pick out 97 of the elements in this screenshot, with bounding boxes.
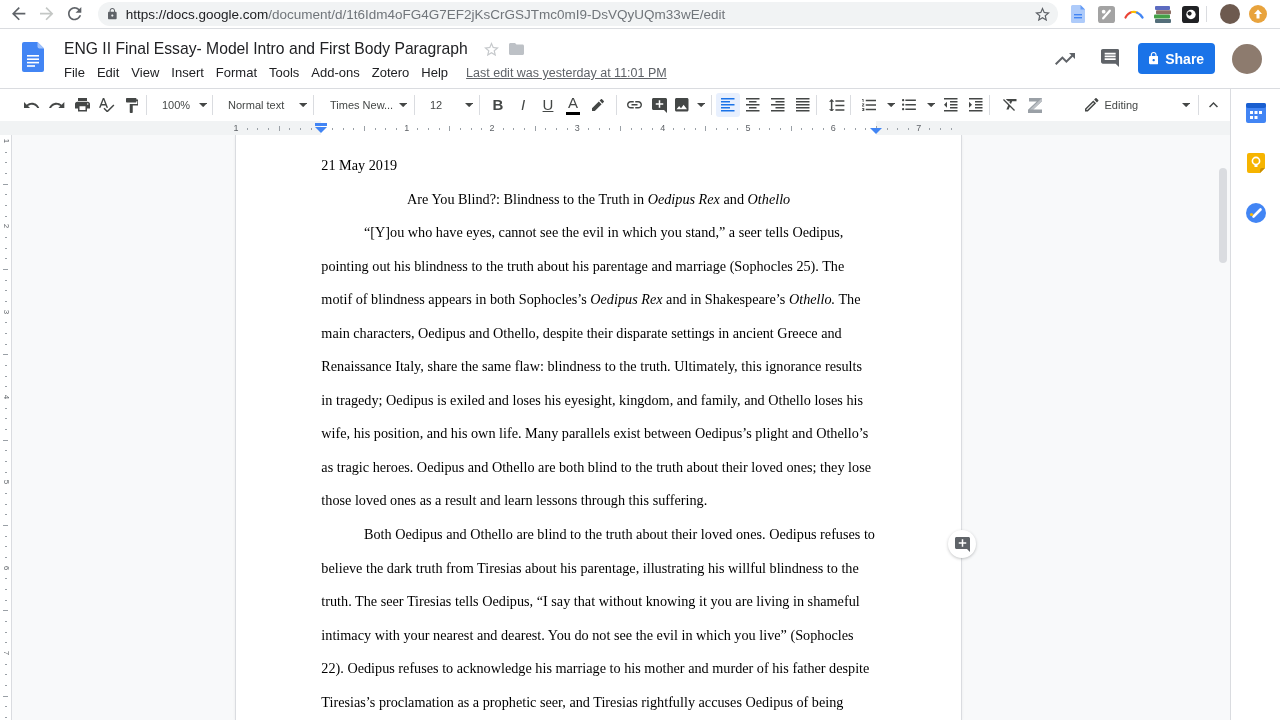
font-dropdown[interactable]: Times New... [320, 93, 410, 117]
align-left-icon [721, 98, 735, 112]
pencil-icon [1085, 98, 1099, 112]
star-icon[interactable] [483, 41, 499, 57]
ruler-number: 6 [830, 122, 836, 135]
lock-icon[interactable] [108, 8, 117, 20]
spellcheck-icon [99, 97, 115, 113]
address-bar[interactable]: https://docs.google.com/document/d/1t6Idm4oFG4G7EF2jKsCrGSJTmc0mI9-DsVQyUQm33wE/edit [98, 2, 1058, 26]
indent-handle-icon[interactable] [315, 127, 328, 133]
indent-bar-icon[interactable] [315, 123, 328, 126]
image-icon [675, 98, 689, 112]
caret-icon [464, 102, 473, 108]
menu-item[interactable]: Insert [171, 64, 204, 82]
paint-roller-icon [125, 97, 139, 113]
color-swatch-icon [566, 112, 580, 115]
menu-item[interactable]: Tools [269, 64, 300, 82]
add-comment-icon [954, 536, 970, 552]
menu-item[interactable]: Edit [96, 64, 120, 82]
link-icon [626, 101, 642, 109]
scrollbar-thumb[interactable] [1219, 168, 1227, 263]
caret-icon [298, 102, 307, 108]
justify-icon [796, 98, 810, 112]
underline-button[interactable]: U [536, 93, 560, 117]
ruler-number: 4 [0, 393, 11, 402]
ruler-number: 3 [0, 308, 11, 316]
bold-button[interactable]: B [486, 93, 510, 117]
ruler-number: 2 [489, 122, 495, 135]
books-icon[interactable] [1153, 5, 1171, 23]
add-comment-icon [651, 97, 667, 113]
user-avatar[interactable] [1232, 43, 1262, 74]
lock-icon [1148, 52, 1159, 65]
lightbulb-icon[interactable] [1246, 153, 1265, 173]
caret-icon [886, 102, 895, 108]
caret-icon [1181, 102, 1190, 108]
url-text: https://docs.google.com/document/d/1t6Idm4oFG4G7EF2jKsCrGSJTmc0mI9-DsVQyUQm33wE/edit [125, 6, 726, 22]
italic-button[interactable]: I [511, 93, 535, 117]
bulleted-list-icon [902, 99, 916, 111]
align-left-button[interactable] [716, 93, 740, 117]
ruler-number: 7 [916, 122, 922, 135]
outdent-icon [944, 98, 958, 112]
eye-icon[interactable] [1181, 5, 1199, 23]
body-paragraph: “[Y]ou who have eyes, cannot see the evil in which you stand,” a seer tells Oedipus, pointing out his blindness to the truth about his parentage and marriage (Sophocles 25). The motif of blindness appears in both Sophocles’s Oedipus Rex and in Shakespeare’s Othello. The main characters, Oedipus and Othello, despite their disparate settings in ancient Greece and Renaissance Italy, share the same flaw: blindness to the truth. Ultimately, this ignorance results in tragedy; Oedipus is exiled and loses his eyesight, kingdom, and family, and Othello loses his wife, his position, and his own life. Many parallels exist between Oedipus’s plight and Othello’s as tragic heroes. Oedipus and Othello are both blind to the truth about their loved ones; they lose those loved ones as a result and learn lessons through this suffering. [321, 223, 872, 511]
arc-icon[interactable] [1124, 9, 1144, 19]
arrow-left-icon[interactable] [12, 7, 26, 21]
caret-icon [926, 102, 935, 108]
ruler-number: 1 [404, 122, 410, 135]
marker-icon [592, 99, 604, 111]
check-circle-icon[interactable] [1245, 203, 1266, 223]
paragraph-style-dropdown[interactable]: Normal text [218, 93, 310, 117]
menu-item[interactable]: View [131, 64, 160, 82]
star-icon[interactable] [1035, 6, 1050, 22]
ruler-number: 1 [233, 122, 239, 135]
ruler-number: 6 [0, 564, 11, 572]
document-title[interactable]: ENG II Final Essay- Model Intro and First Body Paragraph [64, 37, 468, 61]
body-paragraph: Both Oedipus and Othello are blind to the truth about their loved ones. Oedipus refuses to believe the dark truth from Tiresias about his parentage, illustrating his willful blindness to the truth. The seer Tiresias tells Oedipus, “I say that without knowing it you are living in shameful intimacy with your nearest and dearest. You do not see the evil in which you live” (Sophocles 22). Oedipus refuses to acknowledge his marriage to his mother and murder of his father despite Tiresias’s proclamation as a prophetic seer, and Tiresias rightfully accuses Oedipus of being [321, 525, 876, 712]
menu-item[interactable]: Zotero [371, 64, 410, 82]
text-color-button[interactable]: A [561, 93, 585, 117]
line-spacing-icon [829, 98, 845, 112]
menu-item[interactable]: Format [215, 64, 257, 82]
undo-icon [24, 101, 40, 109]
editing-mode-dropdown[interactable]: Editing [1081, 93, 1195, 117]
calendar-icon[interactable] [1245, 103, 1266, 123]
indent-icon [969, 98, 983, 112]
printer-icon [74, 98, 90, 112]
caret-icon [398, 102, 407, 108]
clear-formatting-icon [1003, 99, 1017, 111]
document-date: 21 May 2019 [321, 156, 399, 175]
document-heading: Are You Blind?: Blindness to the Truth in Oedipus Rex and Othello [406, 189, 792, 209]
ruler-number: 2 [0, 223, 11, 231]
last-edit-link[interactable]: Last edit was yesterday at 11:01 PM [466, 64, 667, 82]
zigzag-icon [1028, 97, 1042, 113]
font-size-dropdown[interactable]: 12 [420, 93, 476, 117]
menu-item[interactable]: File [64, 64, 85, 82]
ruler-number: 7 [0, 649, 11, 658]
ruler-number: 1 [0, 137, 11, 146]
profile-avatar[interactable] [1220, 4, 1240, 24]
align-right-icon [771, 98, 785, 112]
share-button[interactable]: Share [1138, 43, 1215, 74]
numbered-list-icon [862, 99, 877, 111]
add-comment-button[interactable] [948, 530, 976, 558]
caret-icon [198, 102, 207, 108]
reload-icon[interactable] [68, 7, 82, 21]
menu-item[interactable]: Help [421, 64, 449, 82]
trend-line-icon[interactable] [1055, 52, 1075, 65]
document-icon[interactable] [1071, 5, 1085, 23]
docs-logo-icon[interactable] [22, 42, 44, 72]
ruler-number: 4 [660, 122, 666, 135]
caret-icon [696, 102, 705, 108]
chevron-up-icon [1208, 102, 1218, 108]
align-center-icon [746, 98, 760, 112]
ruler-number: 5 [745, 122, 751, 135]
ruler-number: 3 [574, 122, 580, 135]
ruler-number: 5 [0, 479, 11, 487]
menu-item[interactable]: Add-ons [311, 64, 360, 82]
comment-icon[interactable] [1100, 49, 1120, 68]
redo-icon [49, 101, 65, 109]
zoom-dropdown[interactable]: 100% [152, 93, 210, 117]
